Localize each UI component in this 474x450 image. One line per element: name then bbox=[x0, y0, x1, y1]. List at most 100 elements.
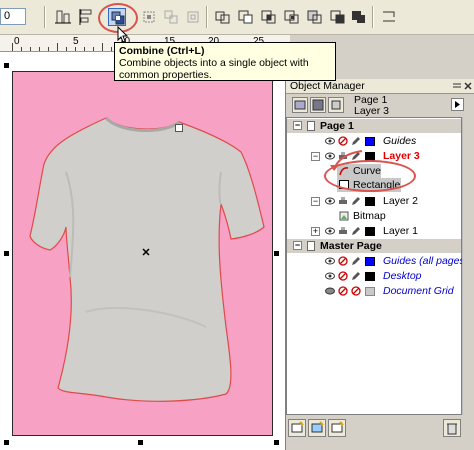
ungroup-all-icon[interactable] bbox=[184, 8, 202, 26]
toolbar-separator bbox=[372, 6, 374, 28]
red-arrow bbox=[330, 150, 363, 171]
collapse-icon[interactable]: − bbox=[311, 152, 320, 161]
ruler-tick bbox=[21, 47, 22, 51]
property-toolbar: 0 bbox=[0, 0, 474, 35]
printer-icon[interactable] bbox=[338, 226, 348, 236]
tree-row-document-grid[interactable]: Document Grid bbox=[287, 284, 461, 298]
tree-row-page1[interactable]: − Page 1 bbox=[287, 119, 461, 133]
vertical-scrollbar[interactable] bbox=[462, 117, 474, 415]
collapse-icon[interactable]: − bbox=[293, 121, 302, 130]
tree-label: Guides (all pages) bbox=[383, 255, 469, 267]
distribute-icon[interactable] bbox=[78, 8, 96, 26]
back-minus-front-icon[interactable] bbox=[329, 8, 347, 26]
tree-row-guides-all[interactable]: Guides (all pages) bbox=[287, 254, 468, 268]
toolbar-separator bbox=[44, 6, 46, 28]
tree-label: Page 1 bbox=[320, 120, 354, 132]
color-swatch bbox=[365, 272, 375, 281]
trim-icon[interactable] bbox=[237, 8, 255, 26]
pencil-icon[interactable] bbox=[351, 136, 361, 146]
page-icon bbox=[307, 121, 315, 131]
ruler-tick bbox=[48, 47, 49, 51]
intersect-icon[interactable] bbox=[260, 8, 278, 26]
printer-icon[interactable] bbox=[338, 196, 348, 206]
tree-label: Layer 1 bbox=[383, 225, 419, 237]
pencil-icon[interactable] bbox=[351, 196, 361, 206]
tooltip-title: Combine (Ctrl+L) bbox=[119, 45, 205, 57]
front-minus-back-icon[interactable] bbox=[306, 8, 324, 26]
color-swatch bbox=[365, 137, 375, 146]
printer-disabled-icon[interactable] bbox=[338, 256, 348, 266]
eye-closed-icon[interactable] bbox=[325, 286, 335, 296]
ruler-tick bbox=[93, 47, 94, 51]
tree-row-layer2[interactable]: − Layer 2 bbox=[287, 194, 461, 208]
collapse-icon[interactable]: − bbox=[311, 197, 320, 206]
expand-icon[interactable]: + bbox=[311, 227, 320, 236]
tree-row-bitmap[interactable]: Bitmap bbox=[287, 209, 461, 223]
tree-label: Bitmap bbox=[353, 210, 386, 222]
combine-tooltip: Combine (Ctrl+L) Combine objects into a … bbox=[114, 42, 336, 81]
ruler-tick bbox=[66, 47, 67, 51]
color-swatch bbox=[365, 257, 375, 266]
selection-handle[interactable] bbox=[274, 251, 279, 256]
printer-disabled-icon[interactable] bbox=[338, 136, 348, 146]
panel-menu-icon[interactable] bbox=[452, 81, 462, 91]
ungroup-icon[interactable] bbox=[162, 8, 180, 26]
ruler-tick bbox=[39, 47, 40, 51]
flyout-arrow-icon[interactable] bbox=[451, 98, 464, 111]
show-properties-icon[interactable] bbox=[292, 97, 308, 113]
selection-handle[interactable] bbox=[4, 63, 9, 68]
tree-label: Guides bbox=[383, 135, 417, 147]
printer-disabled-icon[interactable] bbox=[338, 286, 348, 296]
tree-label: Layer 2 bbox=[383, 195, 419, 207]
tree-row-layer1[interactable]: + Layer 1 bbox=[287, 224, 461, 238]
selection-handle[interactable] bbox=[138, 440, 143, 445]
align-icon[interactable] bbox=[54, 8, 72, 26]
tree-label: Desktop bbox=[383, 270, 422, 282]
pencil-icon[interactable] bbox=[351, 256, 361, 266]
create-boundary-icon[interactable] bbox=[350, 8, 368, 26]
ruler-tick bbox=[57, 43, 58, 51]
layer-manager-view-icon[interactable] bbox=[328, 97, 344, 113]
tree-row-desktop[interactable]: Desktop bbox=[287, 269, 461, 283]
eye-icon[interactable] bbox=[325, 136, 335, 146]
object-manager-toolbar: Page 1 Layer 3 bbox=[286, 94, 474, 117]
convert-to-curve-icon[interactable] bbox=[380, 8, 398, 26]
collapse-icon[interactable]: − bbox=[293, 241, 302, 250]
ruler-label: 0 bbox=[14, 36, 20, 47]
simplify-icon[interactable] bbox=[283, 8, 301, 26]
node-handle[interactable] bbox=[175, 124, 183, 132]
pencil-disabled-icon[interactable] bbox=[351, 286, 361, 296]
eye-icon[interactable] bbox=[325, 196, 335, 206]
close-icon[interactable] bbox=[463, 81, 473, 91]
delete-icon[interactable] bbox=[443, 419, 461, 437]
ruler-tick bbox=[102, 43, 103, 51]
current-layer-label: Layer 3 bbox=[354, 105, 390, 117]
bitmap-icon bbox=[339, 211, 349, 221]
pencil-icon[interactable] bbox=[351, 226, 361, 236]
group-icon[interactable] bbox=[140, 8, 158, 26]
toolbar-separator bbox=[206, 6, 208, 28]
color-swatch bbox=[365, 197, 375, 206]
new-master-all-icon[interactable] bbox=[328, 419, 346, 437]
ruler-tick bbox=[30, 47, 31, 51]
pencil-icon[interactable] bbox=[351, 271, 361, 281]
ruler-tick bbox=[12, 43, 13, 51]
color-swatch bbox=[365, 227, 375, 236]
tshirt-image[interactable] bbox=[26, 112, 276, 402]
eye-icon[interactable] bbox=[325, 256, 335, 266]
selection-handle[interactable] bbox=[4, 251, 9, 256]
eye-icon[interactable] bbox=[325, 271, 335, 281]
tree-row-master-page[interactable]: − Master Page bbox=[287, 239, 461, 253]
ruler-tick bbox=[111, 47, 112, 51]
ruler-tick bbox=[75, 47, 76, 51]
selection-handle[interactable] bbox=[274, 440, 279, 445]
edit-across-layers-icon[interactable] bbox=[310, 97, 326, 113]
eye-icon[interactable] bbox=[325, 226, 335, 236]
new-master-layer-icon[interactable] bbox=[308, 419, 326, 437]
selection-handle[interactable] bbox=[4, 440, 9, 445]
numeric-field[interactable]: 0 bbox=[0, 8, 26, 25]
printer-disabled-icon[interactable] bbox=[338, 271, 348, 281]
tree-row-guides[interactable]: Guides bbox=[287, 134, 461, 148]
weld-icon[interactable] bbox=[214, 8, 232, 26]
new-layer-icon[interactable] bbox=[288, 419, 306, 437]
